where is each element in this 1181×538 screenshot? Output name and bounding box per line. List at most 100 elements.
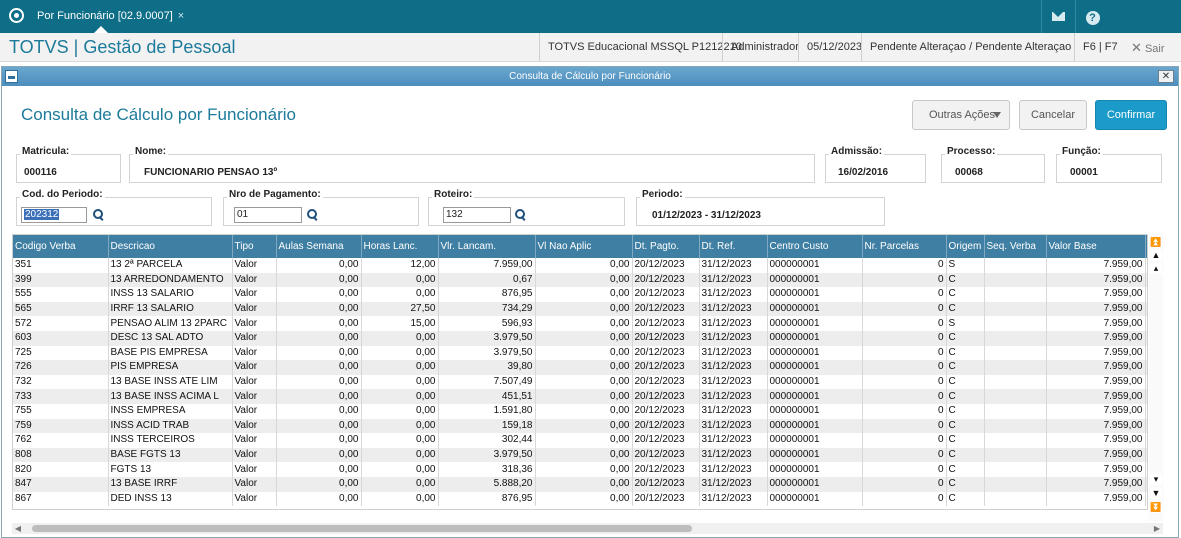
tab-por-funcionario[interactable]: Por Funcionário [02.9.0007] × <box>31 3 190 31</box>
table-cell: 000000001 <box>767 301 863 317</box>
table-cell: 20/12/2023 <box>632 360 700 375</box>
table-cell: Valor <box>232 316 277 331</box>
table-cell <box>984 258 1047 273</box>
column-header[interactable]: Origem <box>946 235 985 258</box>
cod-periodo-field: Cod. do Periodo: 202312 <box>16 189 212 226</box>
table-cell-filler <box>1145 476 1147 492</box>
table-cell: 7.959,00 <box>1046 389 1146 404</box>
table-cell: Valor <box>232 301 277 317</box>
table-cell: 0,00 <box>276 258 362 273</box>
grid-vertical-scrollbar[interactable]: ⏫ ▲ ▴ ▾ ▼ ⏬ <box>1149 234 1163 521</box>
column-header[interactable]: Descricao <box>108 235 233 258</box>
status-label[interactable]: Pendente Alteraçao / Pendente Alteraçao <box>861 33 1079 62</box>
scroll-right-icon[interactable]: ▶ <box>1152 523 1162 534</box>
table-row[interactable]: 732 13 BASE INSS ATE LIM Valor 0,00 0,00 7.50… <box>13 374 1147 390</box>
table-cell: 0,00 <box>361 462 439 477</box>
column-header[interactable]: Dt. Pagto. <box>632 235 700 258</box>
table-cell: 572 <box>13 316 109 331</box>
cancel-button[interactable]: Cancelar <box>1019 100 1087 130</box>
table-cell: 726 <box>13 360 109 375</box>
column-header[interactable]: Nr. Parcelas <box>862 235 947 258</box>
exit-button[interactable]: ✕ Sair <box>1123 33 1173 62</box>
user-label[interactable]: Administrador <box>722 33 807 62</box>
search-icon[interactable] <box>515 209 526 220</box>
cod-periodo-input[interactable]: 202312 <box>21 207 87 223</box>
scroll-page-up-icon[interactable]: ▲ <box>1150 250 1162 261</box>
table-row[interactable]: 755 INSS EMPRESA Valor 0,00 0,00 1.591,80 0,00… <box>13 403 1147 419</box>
table-cell: 31/12/2023 <box>699 433 768 448</box>
table-cell <box>984 374 1047 390</box>
scroll-down-icon[interactable]: ▾ <box>1150 474 1162 485</box>
column-header[interactable]: Dt. Ref. <box>699 235 768 258</box>
table-row[interactable]: 603 DESC 13 SAL ADTO Valor 0,00 0,00 3.979,50… <box>13 330 1147 346</box>
table-row[interactable]: 847 13 BASE IRRF Valor 0,00 0,00 5.888,20 0,00… <box>13 476 1147 492</box>
help-icon[interactable]: ? <box>1075 0 1109 33</box>
calculo-grid[interactable]: Codigo Verba Descricao Tipo Aulas Semana Hor… <box>12 234 1148 510</box>
roteiro-label: Roteiro: <box>432 189 475 200</box>
table-row[interactable]: 759 INSS ACID TRAB Valor 0,00 0,00 159,18 0,00… <box>13 418 1147 434</box>
table-row[interactable]: 725 BASE PIS EMPRESA Valor 0,00 0,00 3.979,50… <box>13 345 1147 361</box>
table-row[interactable]: 867 DED INSS 13 Valor 0,00 0,00 876,95 0,00 20/… <box>13 491 1147 507</box>
roteiro-input[interactable]: 132 <box>443 207 511 223</box>
column-header[interactable]: Codigo Verba <box>13 235 109 258</box>
scroll-bottom-icon[interactable]: ⏬ <box>1150 502 1162 513</box>
table-row[interactable]: 726 PIS EMPRESA Valor 0,00 0,00 39,80 0,00 20/1… <box>13 360 1147 375</box>
table-cell: INSS ACID TRAB <box>108 418 233 434</box>
table-cell: C <box>946 345 985 361</box>
table-row[interactable]: 820 FGTS 13 Valor 0,00 0,00 318,36 0,00 20/12/2… <box>13 462 1147 477</box>
table-cell <box>984 403 1047 419</box>
table-row[interactable]: 762 INSS TERCEIROS Valor 0,00 0,00 302,44 0,00… <box>13 433 1147 448</box>
table-row[interactable]: 733 13 BASE INSS ACIMA L Valor 0,00 0,00 451,… <box>13 389 1147 404</box>
column-header[interactable]: Aulas Semana <box>276 235 362 258</box>
shortcuts-label[interactable]: F6 | F7 <box>1074 33 1126 62</box>
scrollbar-thumb[interactable] <box>32 525 692 532</box>
table-cell: 20/12/2023 <box>632 433 700 448</box>
table-row[interactable]: 808 BASE FGTS 13 Valor 0,00 0,00 3.979,50 0,00… <box>13 447 1147 463</box>
totvs-logo-icon[interactable] <box>9 8 24 23</box>
column-header[interactable]: Centro Custo <box>767 235 863 258</box>
column-header[interactable]: Horas Lanc. <box>361 235 439 258</box>
scroll-left-icon[interactable]: ◀ <box>13 523 23 534</box>
tab-close-icon[interactable]: × <box>178 10 184 22</box>
table-cell: 13 2ª PARCELA <box>108 258 233 273</box>
table-cell: 0,00 <box>535 476 633 492</box>
search-icon[interactable] <box>93 209 104 220</box>
table-cell-filler <box>1145 301 1147 317</box>
column-header[interactable]: Seq. Verba <box>984 235 1047 258</box>
table-cell-filler <box>1145 316 1147 331</box>
table-cell: 555 <box>13 287 109 302</box>
table-cell: 7.959,00 <box>1046 258 1146 273</box>
column-header[interactable]: Vlr. Lancam. <box>438 235 536 258</box>
date-label[interactable]: 05/12/2023 <box>798 33 870 62</box>
mail-icon[interactable] <box>1041 0 1075 33</box>
dialog-window-title: Consulta de Cálculo por Funcionário <box>509 71 671 82</box>
table-cell: 7.959,00 <box>1046 491 1146 507</box>
table-cell: INSS 13 SALARIO <box>108 287 233 302</box>
column-header[interactable]: Valor Base <box>1046 235 1146 258</box>
table-row[interactable]: 572 PENSAO ALIM 13 2PARC Valor 0,00 15,00 596… <box>13 316 1147 331</box>
column-header[interactable]: C <box>1145 235 1147 258</box>
table-cell: 20/12/2023 <box>632 476 700 492</box>
dialog-close-icon[interactable]: ✕ <box>1158 70 1174 83</box>
table-row[interactable]: 351 13 2ª PARCELA Valor 0,00 12,00 7.959,00 0,… <box>13 258 1147 273</box>
table-row[interactable]: 399 13 ARREDONDAMENTO Valor 0,00 0,00 0,67 0,0… <box>13 272 1147 288</box>
table-cell: 0,00 <box>361 287 439 302</box>
table-cell: 000000001 <box>767 272 863 288</box>
search-icon[interactable] <box>307 209 318 220</box>
confirm-button[interactable]: Confirmar <box>1095 100 1167 130</box>
scroll-top-icon[interactable]: ⏫ <box>1150 237 1162 248</box>
nro-pagamento-input[interactable]: 01 <box>234 207 302 223</box>
table-cell: 0,00 <box>361 491 439 507</box>
column-header[interactable]: Vl Nao Aplic <box>535 235 633 258</box>
scroll-page-down-icon[interactable]: ▼ <box>1150 488 1162 499</box>
processo-value: 00068 <box>955 167 983 178</box>
grid-horizontal-scrollbar[interactable]: ◀ ▶ <box>12 523 1163 534</box>
column-header[interactable]: Tipo <box>232 235 277 258</box>
scroll-up-icon[interactable]: ▴ <box>1150 263 1162 274</box>
outras-acoes-button[interactable]: Outras Ações <box>912 100 1010 130</box>
table-cell-filler <box>1145 491 1147 507</box>
table-cell: 0,00 <box>535 272 633 288</box>
table-row[interactable]: 555 INSS 13 SALARIO Valor 0,00 0,00 876,95 0,0… <box>13 287 1147 302</box>
table-cell: 000000001 <box>767 447 863 463</box>
table-row[interactable]: 565 IRRF 13 SALARIO Valor 0,00 27,50 734,29 0,… <box>13 301 1147 317</box>
